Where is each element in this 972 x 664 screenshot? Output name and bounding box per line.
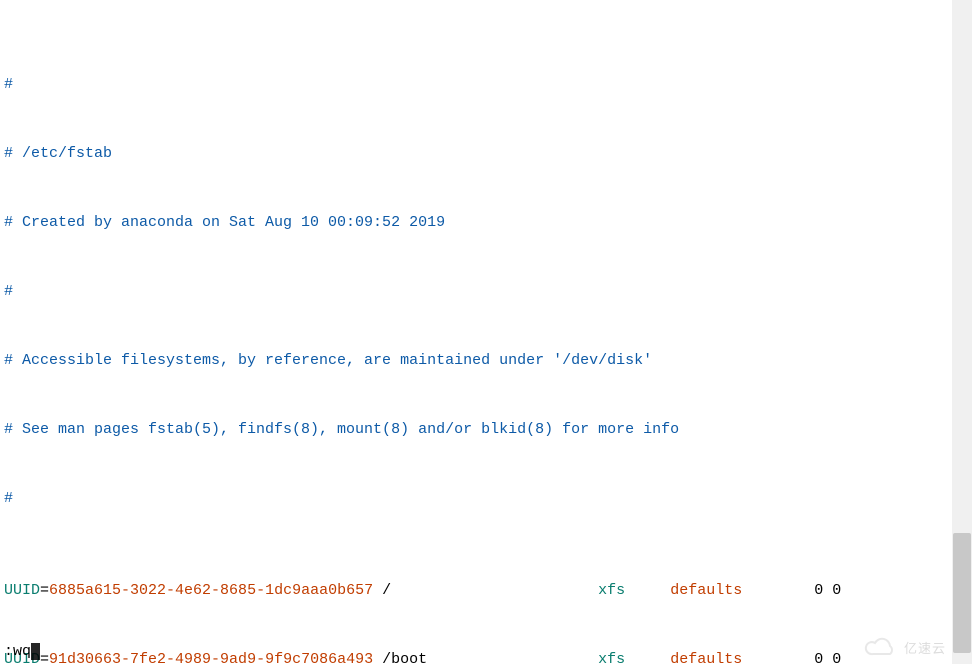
dump-pass: 0 0 — [814, 651, 841, 664]
comment-line: # See man pages fstab(5), findfs(8), mou… — [4, 421, 679, 438]
comment-line: # — [4, 490, 13, 507]
fstab-entry: UUID=91d30663-7fe2-4989-9ad9-9f9c7086a49… — [4, 648, 948, 664]
fstab-entry: UUID=6885a615-3022-4e62-8685-1dc9aaa0b65… — [4, 579, 948, 602]
mount-point: / — [382, 582, 391, 599]
cursor-icon — [31, 643, 40, 660]
mount-point: /boot — [382, 651, 427, 664]
watermark-text: 亿速云 — [904, 638, 946, 657]
mount-opts: defaults — [670, 582, 742, 599]
uuid-value: 91d30663-7fe2-4989-9ad9-9f9c7086a493 — [49, 651, 373, 664]
mount-opts: defaults — [670, 651, 742, 664]
comment-line: # — [4, 76, 13, 93]
scrollbar-track[interactable] — [952, 0, 972, 664]
comment-line: # — [4, 283, 13, 300]
uuid-value: 6885a615-3022-4e62-8685-1dc9aaa0b657 — [49, 582, 373, 599]
comment-line: # /etc/fstab — [4, 145, 112, 162]
fs-type: xfs — [598, 582, 625, 599]
vim-command: :wq — [4, 643, 31, 660]
watermark: 亿速云 — [864, 636, 946, 658]
terminal-viewport[interactable]: # # /etc/fstab # Created by anaconda on … — [0, 0, 952, 664]
comment-line: # Accessible filesystems, by reference, … — [4, 352, 652, 369]
cloud-icon — [864, 636, 898, 658]
fs-type: xfs — [598, 651, 625, 664]
dump-pass: 0 0 — [814, 582, 841, 599]
uuid-key: UUID — [4, 582, 40, 599]
scrollbar-thumb[interactable] — [953, 533, 971, 653]
vim-command-line[interactable]: :wq — [4, 643, 40, 660]
comment-line: # Created by anaconda on Sat Aug 10 00:0… — [4, 214, 445, 231]
